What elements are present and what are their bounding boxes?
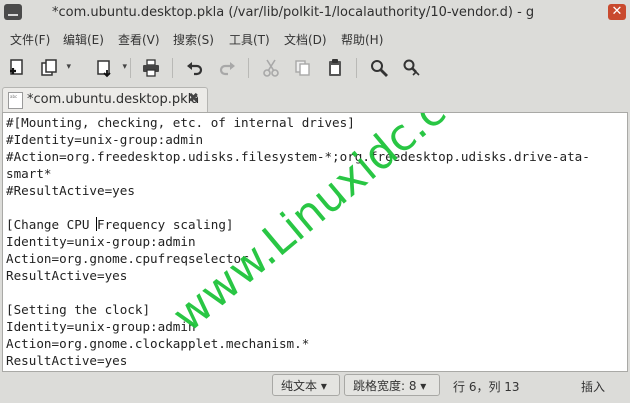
new-document-button[interactable] (4, 56, 30, 80)
status-bar: 纯文本 ▾ 跳格宽度: 8 ▾ 行 6，列 13 插入 (0, 372, 630, 403)
cursor-position: 行 6，列 13 (453, 380, 520, 394)
editor-line: smart* (6, 166, 52, 181)
menu-search[interactable]: 搜索(S) (173, 31, 214, 48)
menu-help[interactable]: 帮助(H) (341, 31, 383, 48)
toolbar (0, 50, 630, 86)
toolbar-separator (356, 58, 357, 78)
find-icon (371, 60, 388, 77)
editor-line-after-caret: Frequency scaling] (97, 217, 234, 232)
open-button[interactable] (36, 56, 71, 80)
editor-line: [Setting the clock] (6, 302, 151, 317)
editor-line: Action=org.gnome.clockapplet.mechanism.* (6, 336, 310, 351)
menu-bar: 文件(F) 编辑(E) 查看(V) 搜索(S) 工具(T) 文档(D) 帮助(H… (0, 28, 630, 50)
redo-icon (219, 62, 235, 76)
editor-line: #ResultActive=yes (6, 183, 135, 198)
editor-line: ResultActive=yes (6, 268, 128, 283)
redo-button[interactable] (214, 56, 240, 80)
toolbar-separator (248, 58, 249, 78)
paste-icon (329, 59, 341, 76)
text-editor[interactable]: #[Mounting, checking, etc. of internal d… (2, 112, 628, 372)
save-button[interactable] (92, 56, 127, 80)
editor-line-before-caret: [Change CPU (6, 217, 97, 232)
cut-icon (263, 59, 279, 77)
new-document-icon (10, 59, 23, 75)
menu-tools[interactable]: 工具(T) (229, 31, 270, 48)
menu-file[interactable]: 文件(F) (10, 31, 50, 48)
print-icon (143, 59, 159, 77)
editor-line-current: [Change CPU Frequency scaling] (6, 216, 627, 233)
tab-document[interactable]: *com.ubuntu.desktop.pkla ✖ (2, 87, 208, 113)
cut-button[interactable] (258, 56, 284, 80)
editor-line: Identity=unix-group:admin (6, 319, 196, 334)
menu-edit[interactable]: 编辑(E) (63, 31, 104, 48)
text-file-icon (8, 92, 23, 109)
toolbar-separator (130, 58, 131, 78)
minimize-button[interactable] (4, 4, 22, 20)
undo-icon (187, 62, 203, 76)
close-window-button[interactable]: ✕ (608, 4, 626, 20)
find-button[interactable] (366, 56, 392, 80)
editor-line: #Action=org.freedesktop.udisks.filesyste… (6, 149, 590, 164)
replace-button[interactable] (398, 56, 424, 80)
editor-line: ResultActive=yes (6, 353, 128, 368)
toolbar-separator (172, 58, 173, 78)
editor-text[interactable]: #[Mounting, checking, etc. of internal d… (6, 114, 627, 369)
language-selector[interactable]: 纯文本 ▾ (272, 374, 340, 396)
replace-icon (403, 59, 420, 76)
menu-view[interactable]: 查看(V) (118, 31, 160, 48)
tab-close-icon[interactable]: ✖ (188, 91, 199, 106)
print-button[interactable] (138, 56, 164, 80)
insert-mode: 插入 (581, 380, 606, 394)
editor-line: #[Mounting, checking, etc. of internal d… (6, 115, 355, 130)
title-bar: *com.ubuntu.desktop.pkla (/var/lib/polki… (0, 0, 630, 28)
undo-button[interactable] (182, 56, 208, 80)
paste-button[interactable] (322, 56, 348, 80)
editor-line: Identity=unix-group:admin (6, 234, 196, 249)
menu-documents[interactable]: 文档(D) (284, 31, 327, 48)
tab-width-selector[interactable]: 跳格宽度: 8 ▾ (344, 374, 440, 396)
copy-icon (295, 60, 310, 76)
editor-line: #Identity=unix-group:admin (6, 132, 204, 147)
editor-line: Action=org.gnome.cpufreqselector (6, 251, 249, 266)
window-title: *com.ubuntu.desktop.pkla (/var/lib/polki… (52, 5, 535, 20)
tab-label: *com.ubuntu.desktop.pkla (27, 92, 200, 107)
save-icon (97, 60, 111, 78)
tab-bar: *com.ubuntu.desktop.pkla ✖ (0, 86, 630, 113)
open-icon (41, 59, 57, 76)
copy-button[interactable] (290, 56, 316, 80)
